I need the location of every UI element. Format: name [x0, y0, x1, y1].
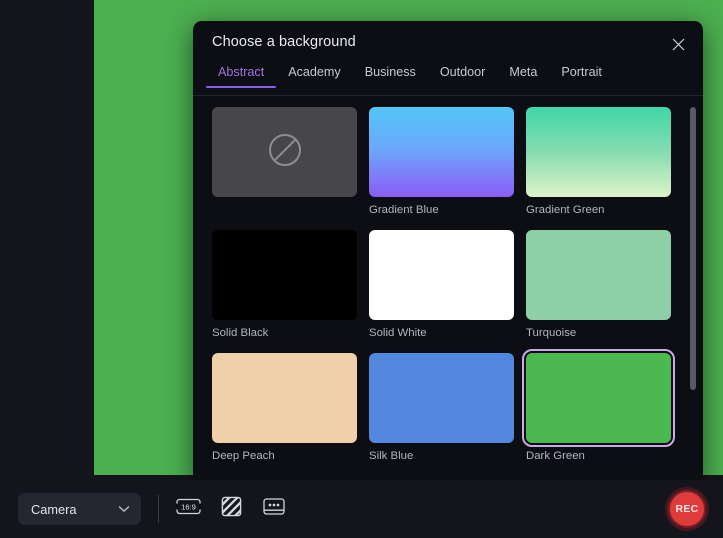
background-item: Solid White [369, 230, 514, 340]
background-label: Dark Green [526, 450, 585, 462]
bottom-toolbar: Camera 16:9 REC [0, 480, 723, 538]
close-icon[interactable] [665, 31, 691, 57]
app-root: Choose a background Abstract Academy Bus… [0, 0, 723, 538]
background-grid: Gradient Blue Gradient Green Solid Black… [193, 107, 703, 463]
background-item: Silk Blue [369, 353, 514, 463]
toolbar-divider [158, 495, 159, 523]
tab-meta[interactable]: Meta [497, 63, 549, 88]
tab-academy[interactable]: Academy [276, 63, 353, 88]
category-tabs: Abstract Academy Business Outdoor Meta P… [193, 63, 703, 96]
dialog-title: Choose a background [212, 34, 356, 50]
aspect-ratio-icon: 16:9 [175, 497, 201, 521]
background-item [212, 107, 357, 217]
background-thumb-gradient-blue[interactable] [369, 107, 514, 197]
background-label: Gradient Blue [369, 204, 439, 216]
grid-scrollbar[interactable] [690, 107, 696, 390]
tab-business[interactable]: Business [353, 63, 428, 88]
record-button-label: REC [675, 503, 699, 515]
choose-background-dialog: Choose a background Abstract Academy Bus… [193, 21, 703, 484]
background-thumb-gradient-green[interactable] [526, 107, 671, 197]
background-label: Deep Peach [212, 450, 275, 462]
background-button[interactable] [218, 496, 244, 522]
diagonal-stripes-icon [221, 496, 242, 522]
no-background-icon [265, 130, 305, 175]
svg-text:16:9: 16:9 [181, 503, 196, 512]
background-label: Solid White [369, 327, 427, 339]
background-label: Turquoise [526, 327, 577, 339]
toolbar-tools: 16:9 [175, 496, 287, 522]
background-grid-scroll-area: Gradient Blue Gradient Green Solid Black… [193, 96, 703, 484]
background-thumb-deep-peach[interactable] [212, 353, 357, 443]
background-label: Silk Blue [369, 450, 414, 462]
background-thumb-turquoise[interactable] [526, 230, 671, 320]
chevron-down-icon [118, 500, 130, 518]
background-thumb-silk-blue[interactable] [369, 353, 514, 443]
background-thumb-solid-black[interactable] [212, 230, 357, 320]
background-item: Solid Black [212, 230, 357, 340]
record-button[interactable]: REC [668, 490, 706, 528]
background-item: Turquoise [526, 230, 671, 340]
background-thumb-none[interactable] [212, 107, 357, 197]
camera-source-dropdown[interactable]: Camera [18, 493, 141, 525]
background-label: Gradient Green [526, 204, 605, 216]
background-thumb-dark-green[interactable] [522, 349, 675, 447]
tab-portrait[interactable]: Portrait [549, 63, 614, 88]
tab-outdoor[interactable]: Outdoor [428, 63, 498, 88]
background-thumb-solid-white[interactable] [369, 230, 514, 320]
background-item: Gradient Blue [369, 107, 514, 217]
background-label: Solid Black [212, 327, 269, 339]
background-item: Gradient Green [526, 107, 671, 217]
tab-abstract[interactable]: Abstract [206, 63, 277, 88]
captions-button[interactable] [261, 498, 287, 521]
captions-icon [263, 497, 285, 521]
background-item: Deep Peach [212, 353, 357, 463]
dialog-header: Choose a background [193, 21, 703, 63]
camera-dropdown-label: Camera [31, 501, 77, 517]
aspect-ratio-button[interactable]: 16:9 [175, 498, 201, 521]
background-item: Dark Green [522, 349, 675, 463]
